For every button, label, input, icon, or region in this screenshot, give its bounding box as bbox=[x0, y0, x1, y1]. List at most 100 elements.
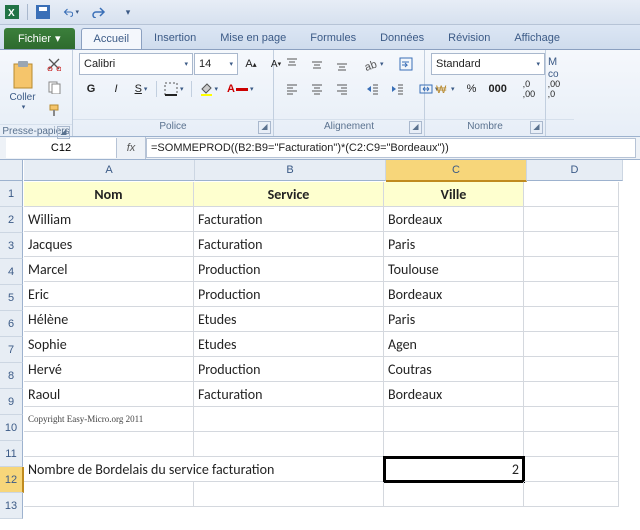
cell[interactable]: Facturation bbox=[194, 382, 384, 407]
cell[interactable] bbox=[384, 482, 524, 507]
cell[interactable]: Hélène bbox=[24, 307, 194, 332]
cell[interactable]: Facturation bbox=[194, 207, 384, 232]
cell[interactable]: Facturation bbox=[194, 232, 384, 257]
column-header[interactable]: B bbox=[195, 160, 386, 181]
row-header[interactable]: 8 bbox=[0, 363, 23, 389]
column-header[interactable]: C bbox=[386, 160, 527, 182]
qat-customize-button[interactable]: ▾ bbox=[115, 2, 139, 22]
cell[interactable] bbox=[524, 482, 619, 507]
cell[interactable] bbox=[524, 207, 619, 232]
row-header[interactable]: 10 bbox=[0, 415, 23, 441]
row-header[interactable]: 9 bbox=[0, 389, 23, 415]
align-right-button[interactable] bbox=[330, 78, 354, 100]
format-painter-button[interactable] bbox=[42, 99, 66, 121]
grow-font-button[interactable]: A▴ bbox=[239, 53, 263, 75]
header-cell[interactable]: Ville bbox=[384, 182, 524, 207]
cell[interactable] bbox=[384, 432, 524, 457]
cell[interactable]: Bordeaux bbox=[384, 207, 524, 232]
cell[interactable] bbox=[524, 357, 619, 382]
tab-révision[interactable]: Révision bbox=[436, 28, 502, 49]
cell[interactable] bbox=[524, 332, 619, 357]
align-middle-button[interactable] bbox=[305, 53, 329, 75]
cell[interactable] bbox=[524, 457, 619, 482]
cell[interactable]: Paris bbox=[384, 307, 524, 332]
name-box[interactable] bbox=[6, 138, 117, 158]
cell[interactable] bbox=[194, 482, 384, 507]
border-button[interactable]: ▾ bbox=[160, 78, 188, 100]
cell[interactable] bbox=[524, 407, 619, 432]
cell[interactable]: Etudes bbox=[194, 332, 384, 357]
tab-données[interactable]: Données bbox=[368, 28, 436, 49]
cell[interactable]: Coutras bbox=[384, 357, 524, 382]
dialog-launcher-icon[interactable]: ◢ bbox=[409, 121, 422, 134]
cell[interactable]: Eric bbox=[24, 282, 194, 307]
row-header[interactable]: 13 bbox=[0, 493, 23, 519]
column-header[interactable]: D bbox=[527, 160, 623, 181]
header-cell[interactable]: Service bbox=[194, 182, 384, 207]
wrap-text-button[interactable] bbox=[394, 53, 418, 75]
tab-mise-en-page[interactable]: Mise en page bbox=[208, 28, 298, 49]
italic-button[interactable]: I bbox=[104, 78, 128, 100]
save-button[interactable] bbox=[31, 2, 55, 22]
header-cell[interactable]: Nom bbox=[24, 182, 194, 207]
paste-button[interactable]: Coller▾ bbox=[6, 53, 39, 116]
undo-button[interactable]: ▾ bbox=[59, 2, 83, 22]
tab-accueil[interactable]: Accueil bbox=[81, 28, 142, 49]
row-header[interactable]: 2 bbox=[0, 207, 23, 233]
dialog-launcher-icon[interactable]: ◢ bbox=[258, 121, 271, 134]
cell[interactable] bbox=[524, 282, 619, 307]
row-header[interactable]: 1 bbox=[0, 181, 23, 207]
cell[interactable]: Production bbox=[194, 257, 384, 282]
cell[interactable] bbox=[24, 432, 194, 457]
row-header[interactable]: 12 bbox=[0, 467, 24, 493]
font-size-select[interactable]: 14▾ bbox=[194, 53, 238, 75]
row-header[interactable]: 7 bbox=[0, 337, 23, 363]
column-header[interactable]: A bbox=[24, 160, 195, 181]
cell[interactable]: Agen bbox=[384, 332, 524, 357]
row-header[interactable]: 3 bbox=[0, 233, 23, 259]
cell[interactable]: William bbox=[24, 207, 194, 232]
row-header[interactable]: 5 bbox=[0, 285, 23, 311]
cell[interactable] bbox=[524, 307, 619, 332]
query-label-cell[interactable]: Nombre de Bordelais du service facturati… bbox=[24, 457, 384, 482]
select-all-corner[interactable] bbox=[0, 160, 23, 181]
copy-button[interactable] bbox=[42, 76, 66, 98]
fx-button[interactable]: fx bbox=[117, 137, 146, 159]
percent-button[interactable]: % bbox=[460, 78, 484, 100]
cell[interactable]: Bordeaux bbox=[384, 382, 524, 407]
cell[interactable] bbox=[194, 407, 384, 432]
comma-button[interactable]: 000 bbox=[485, 78, 511, 100]
font-name-select[interactable]: Calibri▾ bbox=[79, 53, 193, 75]
tab-formules[interactable]: Formules bbox=[298, 28, 368, 49]
row-header[interactable]: 4 bbox=[0, 259, 23, 285]
redo-button[interactable] bbox=[87, 2, 111, 22]
decrease-indent-button[interactable] bbox=[360, 78, 384, 100]
cell[interactable]: Sophie bbox=[24, 332, 194, 357]
formula-input[interactable]: =SOMMEPROD((B2:B9="Facturation")*(C2:C9=… bbox=[146, 138, 636, 158]
align-left-button[interactable] bbox=[280, 78, 304, 100]
cell[interactable] bbox=[524, 182, 619, 207]
number-format-select[interactable]: Standard▾ bbox=[431, 53, 545, 75]
cell[interactable] bbox=[384, 407, 524, 432]
row-header[interactable]: 11 bbox=[0, 441, 23, 467]
cell[interactable] bbox=[524, 432, 619, 457]
fill-color-button[interactable]: ▾ bbox=[195, 78, 223, 100]
accounting-format-button[interactable]: ₩▾ bbox=[431, 78, 459, 100]
tab-insertion[interactable]: Insertion bbox=[142, 28, 208, 49]
tab-affichage[interactable]: Affichage bbox=[502, 28, 572, 49]
copyright-cell[interactable]: Copyright Easy-Micro.org 2011 bbox=[24, 407, 194, 432]
font-color-button[interactable]: A▾ bbox=[223, 78, 257, 100]
cell[interactable]: Toulouse bbox=[384, 257, 524, 282]
dialog-launcher-icon[interactable]: ◢ bbox=[57, 126, 70, 139]
cell[interactable]: Raoul bbox=[24, 382, 194, 407]
increase-decimal-button[interactable]: ,0,00 bbox=[517, 78, 541, 100]
cell[interactable]: Paris bbox=[384, 232, 524, 257]
cell[interactable] bbox=[194, 432, 384, 457]
cell[interactable]: Production bbox=[194, 357, 384, 382]
increase-indent-button[interactable] bbox=[385, 78, 409, 100]
bold-button[interactable]: G bbox=[79, 78, 103, 100]
file-tab[interactable]: Fichier▾ bbox=[4, 28, 75, 49]
cell[interactable]: Production bbox=[194, 282, 384, 307]
cell[interactable] bbox=[24, 482, 194, 507]
cell[interactable] bbox=[524, 232, 619, 257]
